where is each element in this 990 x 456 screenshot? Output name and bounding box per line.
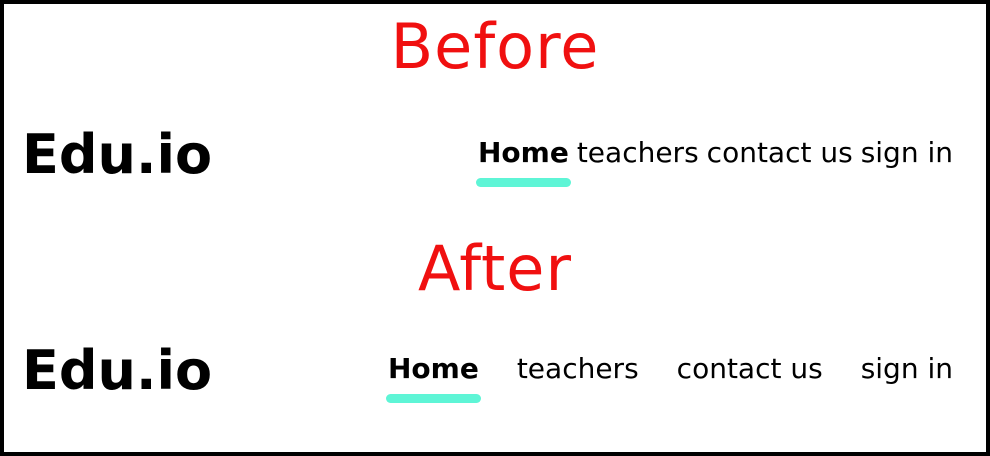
nav-link-home[interactable]: Home bbox=[385, 355, 481, 403]
logo-before[interactable]: Edu.io bbox=[22, 128, 212, 182]
active-tab-indicator bbox=[475, 178, 571, 187]
navbar-before: Home teachers contact us sign in bbox=[475, 139, 953, 187]
logo-after[interactable]: Edu.io bbox=[22, 344, 212, 398]
nav-link-sign-in[interactable]: sign in bbox=[861, 355, 953, 383]
nav-link-sign-in[interactable]: sign in bbox=[861, 139, 953, 167]
nav-link-home[interactable]: Home bbox=[475, 139, 571, 187]
nav-link-teachers[interactable]: teachers bbox=[517, 355, 639, 383]
navbar-after: Home teachers contact us sign in bbox=[385, 355, 953, 403]
nav-link-contact-us[interactable]: contact us bbox=[707, 139, 853, 167]
nav-link-contact-us[interactable]: contact us bbox=[677, 355, 823, 383]
active-tab-indicator bbox=[385, 394, 481, 403]
before-caption: Before bbox=[390, 10, 600, 83]
after-caption: After bbox=[418, 232, 572, 305]
nav-link-teachers[interactable]: teachers bbox=[577, 139, 699, 167]
